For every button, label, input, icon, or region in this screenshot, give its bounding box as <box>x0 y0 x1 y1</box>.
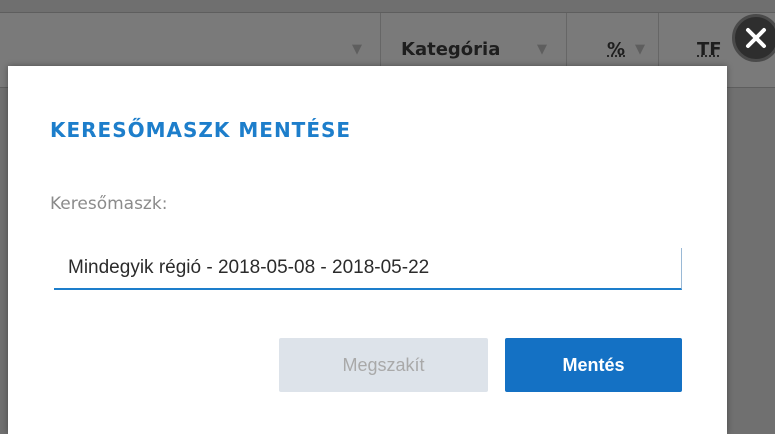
save-search-mask-dialog: KERESŐMASZK MENTÉSE Keresőmaszk: Megszak… <box>8 66 727 434</box>
cancel-button[interactable]: Megszakít <box>279 338 488 392</box>
search-mask-label: Keresőmaszk: <box>50 194 168 214</box>
save-button[interactable]: Mentés <box>505 338 682 392</box>
search-mask-name-input[interactable] <box>54 248 682 290</box>
close-dialog-button[interactable] <box>732 14 775 62</box>
close-icon <box>746 28 766 48</box>
dialog-title: KERESŐMASZK MENTÉSE <box>50 118 352 142</box>
